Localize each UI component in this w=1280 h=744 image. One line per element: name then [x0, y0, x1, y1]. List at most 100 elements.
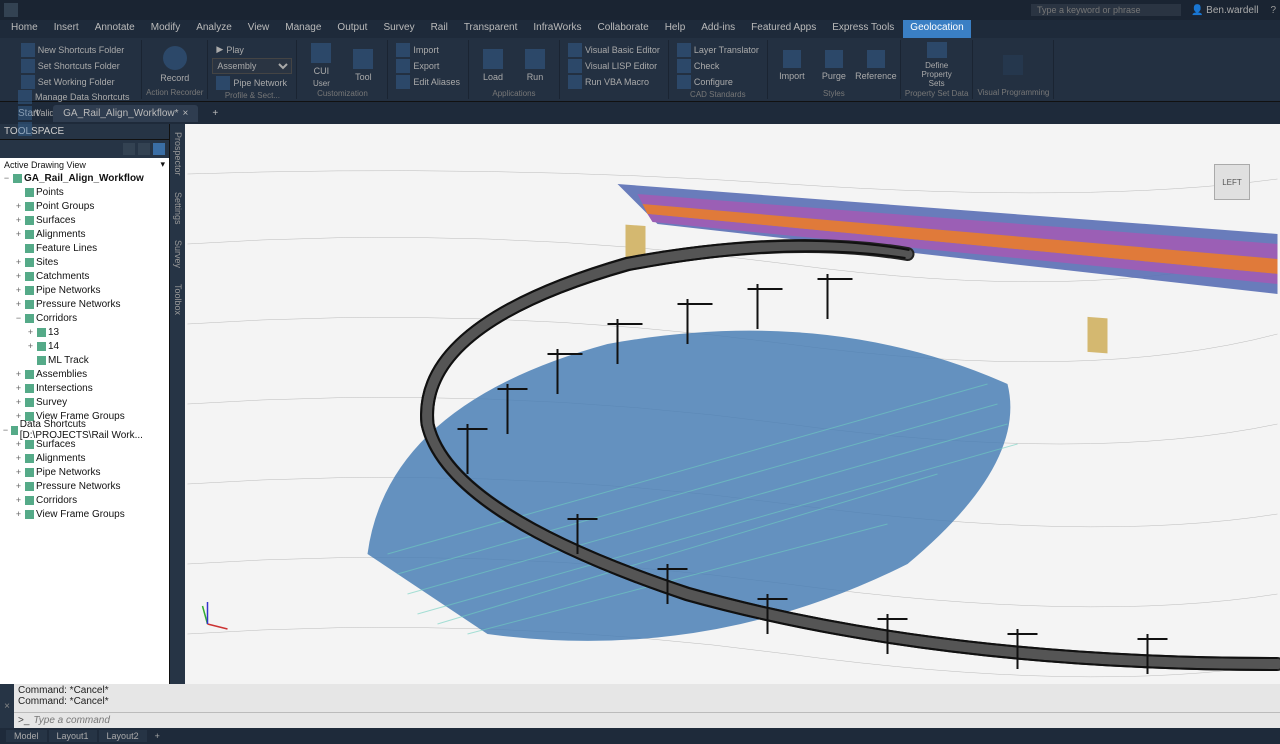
menu-analyze[interactable]: Analyze — [189, 20, 239, 38]
vba-macro-btn[interactable]: Run VBA Macro — [564, 74, 664, 89]
vtab-survey[interactable]: Survey — [170, 232, 185, 276]
expand-icon[interactable]: + — [14, 299, 23, 309]
document-tab[interactable]: GA_Rail_Align_Workflow*× — [53, 105, 198, 122]
run-script-btn[interactable]: Run — [515, 42, 555, 88]
ts-icon-2[interactable] — [138, 143, 150, 155]
menu-rail[interactable]: Rail — [424, 20, 455, 38]
drawing-canvas[interactable]: LEFT — [185, 124, 1280, 684]
set-working-folder[interactable]: Set Working Folder — [17, 74, 129, 89]
expand-icon[interactable]: + — [14, 481, 23, 491]
expand-icon[interactable]: + — [14, 467, 23, 477]
vtab-prospector[interactable]: Prospector — [170, 124, 185, 184]
assembly-select[interactable]: Assembly — [212, 58, 292, 74]
expand-icon[interactable]: + — [14, 453, 23, 463]
tree-node[interactable]: +Survey — [0, 395, 169, 409]
tool-palettes-button[interactable]: Tool — [343, 42, 383, 88]
play-button[interactable]: ▶ Play — [212, 42, 292, 57]
expand-icon[interactable]: + — [14, 285, 23, 295]
menu-home[interactable]: Home — [4, 20, 45, 38]
vlisp-editor-btn[interactable]: Visual LISP Editor — [564, 58, 664, 73]
pipe-network-btn[interactable]: Pipe Network — [212, 75, 292, 90]
tree-node[interactable]: +View Frame Groups — [0, 507, 169, 521]
expand-icon[interactable]: + — [26, 341, 35, 351]
vtab-toolbox[interactable]: Toolbox — [170, 276, 185, 323]
cmd-close-icon[interactable]: × — [0, 684, 14, 728]
tree-node[interactable]: +Corridors — [0, 493, 169, 507]
tree-node[interactable]: +Alignments — [0, 451, 169, 465]
user-label[interactable]: 👤 Ben.wardell — [1191, 5, 1259, 16]
tree-node[interactable]: +Sites — [0, 255, 169, 269]
menu-collaborate[interactable]: Collaborate — [591, 20, 656, 38]
tree-node[interactable]: +Assemblies — [0, 367, 169, 381]
tree-node[interactable]: +Pipe Networks — [0, 465, 169, 479]
expand-icon[interactable]: + — [14, 257, 23, 267]
menu-output[interactable]: Output — [330, 20, 374, 38]
tree-node[interactable]: Points — [0, 185, 169, 199]
expand-icon[interactable]: + — [14, 383, 23, 393]
new-tab-button[interactable]: + — [202, 105, 228, 122]
tree-node[interactable]: +Pipe Networks — [0, 283, 169, 297]
menu-express tools[interactable]: Express Tools — [825, 20, 901, 38]
menu-infraworks[interactable]: InfraWorks — [526, 20, 588, 38]
tree-node[interactable]: +Pressure Networks — [0, 297, 169, 311]
tree-node[interactable]: −Corridors — [0, 311, 169, 325]
expand-icon[interactable]: + — [14, 439, 23, 449]
expand-icon[interactable]: − — [2, 425, 9, 435]
purge-styles-btn[interactable]: Purge — [814, 42, 854, 88]
vb-editor-btn[interactable]: Visual Basic Editor — [564, 42, 664, 57]
menu-view[interactable]: View — [241, 20, 277, 38]
manage-data-shortcuts[interactable]: Manage Data Shortcuts — [14, 89, 137, 104]
menu-geolocation[interactable]: Geolocation — [903, 20, 970, 38]
menu-survey[interactable]: Survey — [376, 20, 421, 38]
expand-icon[interactable]: + — [14, 397, 23, 407]
visual-programming-btn[interactable] — [993, 42, 1033, 87]
import-styles-btn[interactable]: Import — [772, 42, 812, 88]
menu-annotate[interactable]: Annotate — [88, 20, 142, 38]
menu-modify[interactable]: Modify — [144, 20, 187, 38]
ts-help-icon[interactable] — [153, 143, 165, 155]
model-tab[interactable]: Model — [6, 730, 47, 742]
add-layout-btn[interactable]: + — [149, 730, 166, 742]
tree-node[interactable]: +13 — [0, 325, 169, 339]
layout2-tab[interactable]: Layout2 — [99, 730, 147, 742]
expand-icon[interactable]: + — [14, 509, 23, 519]
tree-node[interactable]: −GA_Rail_Align_Workflow — [0, 171, 169, 185]
tree-node[interactable]: Feature Lines — [0, 241, 169, 255]
check-btn[interactable]: Check — [673, 58, 763, 73]
expand-icon[interactable]: − — [14, 313, 23, 323]
ts-icon-1[interactable] — [123, 143, 135, 155]
tree-node[interactable]: +Point Groups — [0, 199, 169, 213]
expand-icon[interactable]: + — [14, 495, 23, 505]
import-btn[interactable]: Import — [392, 42, 464, 57]
tree-node[interactable]: +Surfaces — [0, 213, 169, 227]
menu-help[interactable]: Help — [658, 20, 693, 38]
layer-translator-btn[interactable]: Layer Translator — [673, 42, 763, 57]
tree-node[interactable]: −Data Shortcuts [D:\PROJECTS\Rail Work..… — [0, 423, 169, 437]
configure-btn[interactable]: Configure — [673, 74, 763, 89]
layout1-tab[interactable]: Layout1 — [49, 730, 97, 742]
tree-node[interactable]: +Alignments — [0, 227, 169, 241]
menu-featured apps[interactable]: Featured Apps — [744, 20, 823, 38]
record-button[interactable]: Record — [155, 42, 195, 87]
menu-transparent[interactable]: Transparent — [457, 20, 525, 38]
view-selector[interactable]: Active Drawing View▾ — [0, 158, 169, 171]
tree-node[interactable]: +Catchments — [0, 269, 169, 283]
expand-icon[interactable]: + — [14, 369, 23, 379]
expand-icon[interactable]: + — [14, 229, 23, 239]
define-property-sets-btn[interactable]: Define Property Sets — [917, 42, 957, 88]
qat-icon[interactable] — [4, 3, 18, 17]
menu-insert[interactable]: Insert — [47, 20, 86, 38]
close-icon[interactable]: × — [183, 108, 189, 119]
export-btn[interactable]: Export — [392, 58, 464, 73]
expand-icon[interactable]: − — [2, 173, 11, 183]
cui-button[interactable]: CUIUser — [301, 42, 341, 88]
expand-icon[interactable]: + — [14, 215, 23, 225]
help-icon[interactable]: ? — [1270, 5, 1276, 16]
search-box[interactable]: Type a keyword or phrase — [1031, 4, 1181, 16]
expand-icon[interactable]: + — [14, 271, 23, 281]
menu-add-ins[interactable]: Add-ins — [694, 20, 742, 38]
vtab-settings[interactable]: Settings — [170, 184, 185, 233]
edit-aliases-btn[interactable]: Edit Aliases — [392, 74, 464, 89]
tree-node[interactable]: +14 — [0, 339, 169, 353]
expand-icon[interactable]: + — [26, 327, 35, 337]
